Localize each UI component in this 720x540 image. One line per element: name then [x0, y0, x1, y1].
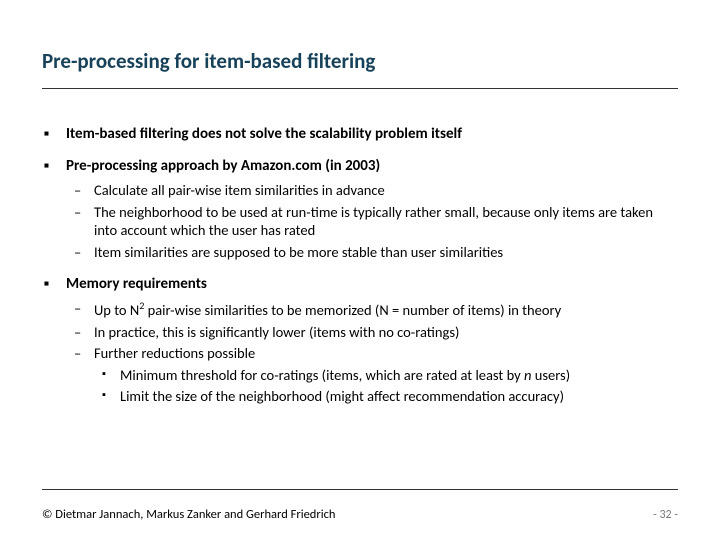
subsub-list: Minimum threshold for co-ratings (items,… [94, 366, 678, 406]
text-frag: users) [531, 366, 570, 384]
text-frag: pair-wise similarities to be memorized (… [144, 301, 561, 319]
text-frag: Minimum threshold for co-ratings (items,… [120, 366, 524, 384]
sub-item: Up to N2 pair-wise similarities to be me… [94, 299, 678, 319]
bullet-item: Memory requirements Up to N2 pair-wise s… [66, 275, 678, 406]
sub-item: In practice, this is significantly lower… [94, 323, 678, 342]
sub-item: Item similarities are supposed to be mor… [94, 243, 678, 262]
bullet-item: Pre-processing approach by Amazon.com (i… [66, 157, 678, 261]
bullet-list: Item-based filtering does not solve the … [42, 125, 678, 406]
slide-title: Pre-processing for item-based filtering [42, 48, 678, 74]
footer: © Dietmar Jannach, Markus Zanker and Ger… [42, 507, 678, 522]
bullet-text: Pre-processing approach by Amazon.com (i… [66, 157, 380, 175]
sub-item: The neighborhood to be used at run-time … [94, 203, 678, 240]
subsub-item: Minimum threshold for co-ratings (items,… [120, 366, 678, 385]
sub-item: Calculate all pair-wise item similaritie… [94, 181, 678, 200]
bullet-text: Memory requirements [66, 275, 207, 293]
footer-divider [42, 489, 678, 490]
copyright-text: © Dietmar Jannach, Markus Zanker and Ger… [42, 507, 335, 522]
sub-list: Calculate all pair-wise item similaritie… [66, 181, 678, 261]
slide-content: Item-based filtering does not solve the … [42, 125, 678, 406]
title-divider [42, 88, 678, 89]
subsub-item: Limit the size of the neighborhood (migh… [120, 387, 678, 406]
sub-item: Further reductions possible Minimum thre… [94, 344, 678, 406]
text-frag: Further reductions possible [94, 344, 255, 362]
page-number: - 32 - [653, 508, 678, 522]
text-frag: Up to N [94, 301, 139, 319]
bullet-item: Item-based filtering does not solve the … [66, 125, 678, 143]
sub-list: Up to N2 pair-wise similarities to be me… [66, 299, 678, 406]
